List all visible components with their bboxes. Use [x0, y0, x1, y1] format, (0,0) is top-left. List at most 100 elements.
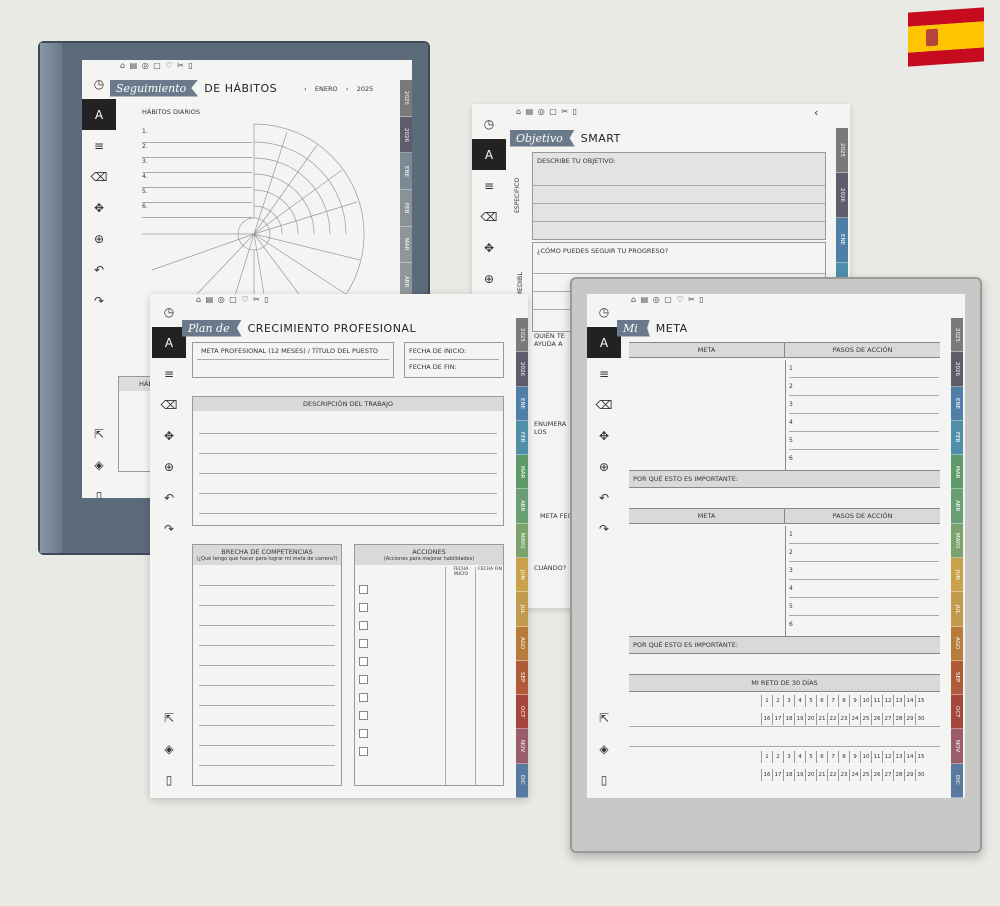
- page-icon[interactable]: ▯: [152, 764, 186, 795]
- day-cell[interactable]: 1: [761, 695, 772, 707]
- eraser-icon[interactable]: ⌫: [82, 161, 116, 192]
- day-cell[interactable]: 29: [904, 713, 915, 725]
- export-icon[interactable]: ⇱: [152, 702, 186, 733]
- day-cell[interactable]: 23: [838, 713, 849, 725]
- day-cell[interactable]: 4: [794, 751, 805, 763]
- day-cell[interactable]: 5: [805, 695, 816, 707]
- day-cell[interactable]: 3: [783, 695, 794, 707]
- career-top-icons[interactable]: ⌂ ▤ ◎ ▢ ♡ ✂ ▯: [196, 295, 270, 304]
- action-checkboxes[interactable]: [359, 585, 368, 756]
- day-cell[interactable]: 12: [882, 695, 893, 707]
- job-description-box[interactable]: DESCRIPCIÓN DEL TRABAJO: [192, 396, 504, 526]
- career-side-tabs[interactable]: 2025 2026 ENE FEB MAR ABR MAYO JUN JUL AGO SE…: [516, 318, 528, 798]
- day-cell[interactable]: 13: [893, 751, 904, 763]
- day-cell[interactable]: 17: [772, 769, 783, 781]
- smart-top-icons[interactable]: ⌂ ▤ ◎ ▢ ✂ ▯: [516, 107, 578, 116]
- day-cell[interactable]: 15: [915, 695, 926, 707]
- day-cell[interactable]: 20: [805, 713, 816, 725]
- export-icon[interactable]: ⇱: [82, 418, 116, 449]
- goal-side-tabs[interactable]: 2025 2026 ENE FEB MAR ABR MAYO JUN JUL AGO SE…: [951, 318, 963, 798]
- day-cell[interactable]: 7: [827, 751, 838, 763]
- goal-top-icons[interactable]: ⌂ ▤ ◎ ▢ ♡ ✂ ▯: [631, 295, 705, 304]
- zoom-icon[interactable]: ⊕: [472, 263, 506, 294]
- day-cell[interactable]: 28: [893, 713, 904, 725]
- career-dates-box[interactable]: FECHA DE INICIO: FECHA DE FIN:: [404, 342, 504, 378]
- day-cell[interactable]: 14: [904, 695, 915, 707]
- page-icon[interactable]: ▯: [587, 764, 621, 795]
- timer-icon[interactable]: ◷: [152, 296, 186, 327]
- day-cell[interactable]: 18: [783, 769, 794, 781]
- redo-icon[interactable]: ↷: [587, 513, 621, 544]
- day-cell[interactable]: 30: [915, 713, 926, 725]
- move-icon[interactable]: ✥: [587, 420, 621, 451]
- day-cell[interactable]: 9: [849, 695, 860, 707]
- smart-specific-box[interactable]: DESCRIBE TU OBJETIVO:: [532, 152, 826, 240]
- day-cell[interactable]: 15: [915, 751, 926, 763]
- day-cell[interactable]: 20: [805, 769, 816, 781]
- day-cell[interactable]: 11: [871, 751, 882, 763]
- challenge-days-row-2[interactable]: 16 17 18 19 20 21 22 23 24 25 26 27 28 29 30: [761, 713, 926, 725]
- day-cell[interactable]: 5: [805, 751, 816, 763]
- day-cell[interactable]: 3: [783, 751, 794, 763]
- eraser-icon[interactable]: ⌫: [472, 201, 506, 232]
- day-cell[interactable]: 6: [816, 695, 827, 707]
- pen-icon[interactable]: A: [587, 327, 621, 358]
- day-cell[interactable]: 1: [761, 751, 772, 763]
- challenge-days-row-1[interactable]: 1 2 3 4 5 6 7 8 9 10 11 12 13 14 15: [761, 695, 926, 707]
- day-cell[interactable]: 25: [860, 713, 871, 725]
- day-cell[interactable]: 26: [871, 769, 882, 781]
- layers-icon[interactable]: ◈: [587, 733, 621, 764]
- undo-icon[interactable]: ↶: [82, 254, 116, 285]
- eraser-icon[interactable]: ⌫: [152, 389, 186, 420]
- goal-block-2[interactable]: META PASOS DE ACCIÓN 1 2 3 4 5 6 POR QUÉ…: [629, 508, 940, 668]
- day-cell[interactable]: 12: [882, 751, 893, 763]
- day-cell[interactable]: 24: [849, 713, 860, 725]
- undo-icon[interactable]: ↶: [587, 482, 621, 513]
- day-cell[interactable]: 4: [794, 695, 805, 707]
- zoom-icon[interactable]: ⊕: [152, 451, 186, 482]
- pen-icon[interactable]: A: [152, 327, 186, 358]
- day-cell[interactable]: 13: [893, 695, 904, 707]
- day-cell[interactable]: 11: [871, 695, 882, 707]
- undo-icon[interactable]: ↶: [152, 482, 186, 513]
- export-icon[interactable]: ⇱: [587, 702, 621, 733]
- eraser-icon[interactable]: ⌫: [587, 389, 621, 420]
- day-cell[interactable]: 29: [904, 769, 915, 781]
- menu-icon[interactable]: ≡: [152, 358, 186, 389]
- habit-top-icons[interactable]: ⌂ ▤ ◎ ▢ ♡ ✂ ▯: [120, 61, 194, 70]
- day-cell[interactable]: 10: [860, 695, 871, 707]
- zoom-icon[interactable]: ⊕: [82, 223, 116, 254]
- day-cell[interactable]: 7: [827, 695, 838, 707]
- menu-icon[interactable]: ≡: [82, 130, 116, 161]
- day-cell[interactable]: 30: [915, 769, 926, 781]
- layers-icon[interactable]: ◈: [152, 733, 186, 764]
- day-cell[interactable]: 28: [893, 769, 904, 781]
- back-chevron-icon[interactable]: ‹: [814, 106, 818, 119]
- day-cell[interactable]: 9: [849, 751, 860, 763]
- menu-icon[interactable]: ≡: [472, 170, 506, 201]
- pen-icon[interactable]: A: [472, 139, 506, 170]
- day-cell[interactable]: 21: [816, 769, 827, 781]
- actions-box[interactable]: ACCIONES (Acciones para mejorar habilidad…: [354, 544, 504, 786]
- day-cell[interactable]: 26: [871, 713, 882, 725]
- move-icon[interactable]: ✥: [82, 192, 116, 223]
- day-cell[interactable]: 23: [838, 769, 849, 781]
- habit-side-tabs[interactable]: 2025 2026 ENE FEB MAR ABR: [400, 80, 412, 301]
- day-cell[interactable]: 6: [816, 751, 827, 763]
- day-cell[interactable]: 10: [860, 751, 871, 763]
- day-cell[interactable]: 16: [761, 769, 772, 781]
- zoom-icon[interactable]: ⊕: [587, 451, 621, 482]
- day-cell[interactable]: 2: [772, 751, 783, 763]
- challenge-days-row-3[interactable]: 1 2 3 4 5 6 7 8 9 10 11 12 13 14 15: [761, 751, 926, 763]
- day-cell[interactable]: 8: [838, 751, 849, 763]
- menu-icon[interactable]: ≡: [587, 358, 621, 389]
- day-cell[interactable]: 27: [882, 769, 893, 781]
- day-cell[interactable]: 21: [816, 713, 827, 725]
- goal-block-1[interactable]: META PASOS DE ACCIÓN 1 2 3 4 5 6 POR QUÉ…: [629, 342, 940, 536]
- timer-icon[interactable]: ◷: [472, 108, 506, 139]
- pen-icon[interactable]: A: [82, 99, 116, 130]
- skills-gap-box[interactable]: BRECHA DE COMPETENCIAS (¿Qué tengo que ha…: [192, 544, 342, 786]
- day-cell[interactable]: 18: [783, 713, 794, 725]
- day-cell[interactable]: 22: [827, 769, 838, 781]
- day-cell[interactable]: 8: [838, 695, 849, 707]
